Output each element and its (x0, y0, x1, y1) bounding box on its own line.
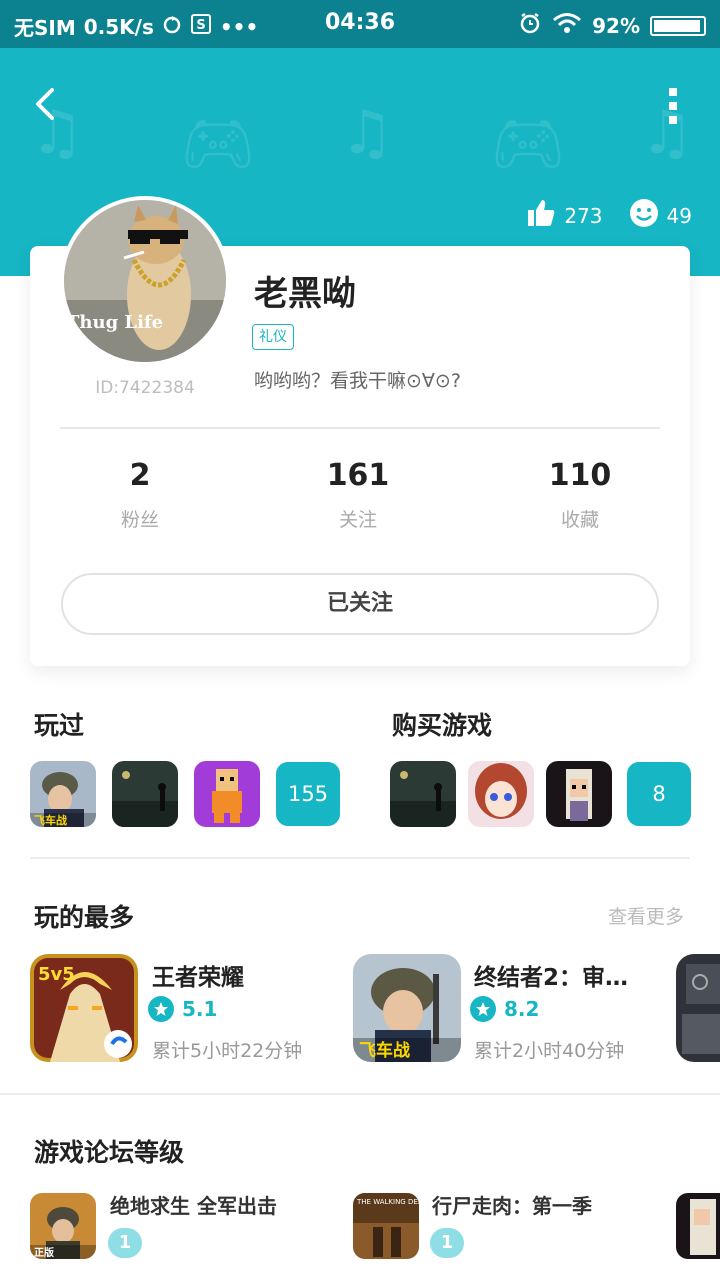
card-divider (60, 427, 660, 429)
played-game-icon[interactable] (194, 761, 260, 827)
section-divider (0, 1093, 720, 1095)
smiles-count: 49 (666, 203, 692, 228)
purchased-game-icon[interactable] (390, 761, 456, 827)
played-title: 玩过 (34, 711, 85, 740)
username: 老黑呦 (254, 274, 356, 314)
back-button[interactable] (28, 84, 68, 124)
most-played-game-name[interactable]: 王者荣耀 (152, 958, 244, 992)
following-stat[interactable]: 161 关注 (278, 458, 438, 532)
most-played-game-icon[interactable]: 5v5 (30, 954, 138, 1062)
status-bar: 无SIM 0.5K/s S ••• 04:36 92% (0, 0, 720, 48)
gamepad-icon: 🎮︎ (490, 109, 567, 179)
user-id: ID:7422384 (95, 378, 195, 398)
smiles-stat[interactable]: 49 (629, 198, 692, 233)
forum-icon-badge: 正版 (34, 1246, 54, 1259)
music-note-icon: ♫ (340, 98, 394, 168)
rating-value: 5.1 (182, 997, 218, 1021)
wifi-icon (552, 12, 582, 39)
played-more-count[interactable]: 155 (276, 762, 340, 826)
followers-count: 2 (129, 458, 151, 493)
gamepad-icon: 🎮︎ (180, 109, 257, 179)
played-game-icon-badge: 飞车战 (34, 813, 67, 827)
purchased-more-count[interactable]: 8 (627, 762, 691, 826)
played-game-icon[interactable] (112, 761, 178, 827)
forum-game-name[interactable]: 行尸走肉：第一季 (432, 1190, 592, 1219)
user-bio: 哟哟哟？看我干嘛⊙∀⊙? (254, 370, 461, 392)
most-played-game-icon[interactable]: 飞车战 (353, 954, 461, 1062)
forum-level-badge: 1 (430, 1228, 464, 1258)
avatar-thug-life-text: Thug Life (66, 312, 163, 333)
smiley-icon (629, 198, 659, 233)
game-playtime: 累计5小时22分钟 (152, 1040, 303, 1062)
section-divider (30, 857, 690, 859)
most-played-game-name[interactable]: 终结者2：审… (474, 958, 628, 992)
game-rating: 5.1 (148, 996, 217, 1022)
likes-stat[interactable]: 273 (526, 198, 603, 233)
forum-game-name[interactable]: 绝地求生 全军出击 (110, 1190, 277, 1219)
avatar[interactable]: Thug Life (60, 196, 230, 366)
played-game-icon[interactable]: 飞车战 (30, 761, 96, 827)
more-options-button[interactable] (666, 86, 680, 126)
most-played-icon-badge: 飞车战 (359, 1040, 410, 1061)
star-icon (148, 996, 174, 1022)
purchased-title: 购买游戏 (392, 711, 493, 740)
followers-label: 粉丝 (120, 509, 159, 531)
forum-level-title: 游戏论坛等级 (34, 1138, 185, 1167)
favorites-label: 收藏 (560, 509, 599, 531)
battery-icon (650, 15, 706, 36)
user-tag-badge[interactable]: 礼仪 (252, 324, 294, 350)
game-rating: 8.2 (470, 996, 539, 1022)
purchased-game-icon[interactable] (468, 761, 534, 827)
forum-game-icon[interactable]: 正版 (30, 1193, 96, 1259)
most-played-title: 玩的最多 (34, 903, 135, 932)
battery-percent: 92% (592, 13, 640, 38)
see-more-link[interactable]: 查看更多 (608, 902, 684, 929)
followed-button[interactable]: 已关注 (61, 573, 659, 635)
status-right: 92% (518, 11, 706, 40)
star-icon (470, 996, 496, 1022)
rating-value: 8.2 (504, 997, 540, 1021)
walking-dead-icon-text: THE WALKING DEAD (356, 1198, 419, 1206)
purchased-game-icon[interactable] (546, 761, 612, 827)
favorites-count: 110 (548, 458, 612, 493)
most-played-icon-badge: 5v5 (38, 964, 75, 985)
followers-stat[interactable]: 2 粉丝 (60, 458, 220, 532)
favorites-stat[interactable]: 110 收藏 (500, 458, 660, 532)
header-stats: 273 49 (526, 198, 692, 233)
battery-fill (654, 19, 700, 32)
forum-level-badge: 1 (108, 1228, 142, 1258)
thumbs-up-icon (526, 198, 556, 233)
most-played-game-icon-partial[interactable] (676, 954, 720, 1062)
following-label: 关注 (338, 509, 377, 531)
forum-game-icon-partial[interactable] (676, 1193, 720, 1259)
likes-count: 273 (564, 203, 603, 228)
alarm-icon (518, 11, 542, 40)
forum-game-icon[interactable]: THE WALKING DEAD (353, 1193, 419, 1259)
following-count: 161 (326, 458, 390, 493)
game-playtime: 累计2小时40分钟 (474, 1040, 625, 1062)
